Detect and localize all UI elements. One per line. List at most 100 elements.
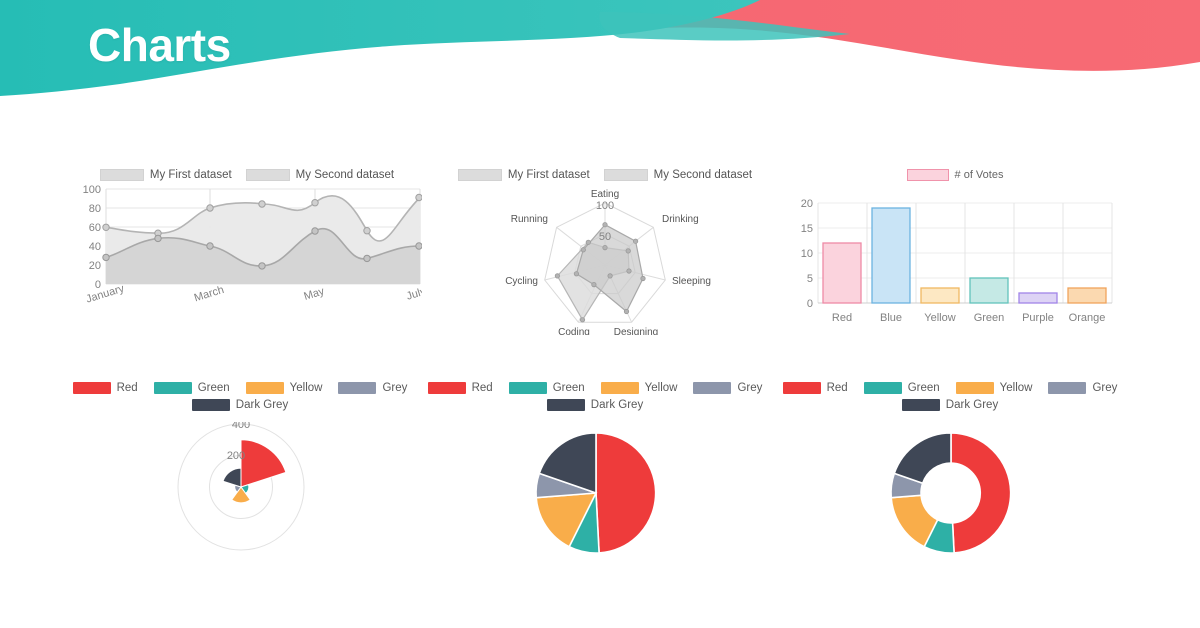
legend-label: Dark Grey — [590, 399, 644, 411]
polar-area-chart-legend: Red Green Yellow Grey Dark Grey — [60, 382, 420, 411]
line-chart-legend: My First dataset My Second dataset — [72, 165, 422, 185]
bar-chart-x-axis: Red Blue Yellow Green Purple Orange — [832, 312, 1105, 324]
x-tick: Purple — [1022, 312, 1054, 324]
legend-item-dark-grey[interactable]: Dark Grey — [901, 399, 999, 411]
bar-orange[interactable] — [1067, 287, 1107, 304]
polar-tick: 400 — [232, 422, 250, 431]
legend-item-red[interactable]: Red — [72, 382, 138, 394]
legend-item-yellow[interactable]: Yellow — [955, 382, 1032, 394]
legend-label: Green — [907, 382, 940, 394]
header-banner: Charts — [0, 0, 1200, 112]
legend-swatch-icon — [153, 382, 192, 394]
x-tick: July — [405, 285, 422, 302]
legend-label: Yellow — [644, 382, 678, 394]
y-tick: 80 — [89, 203, 101, 215]
legend-label: Grey — [1092, 382, 1118, 394]
legend-swatch-icon — [603, 169, 648, 181]
legend-label: Green — [552, 382, 585, 394]
legend-item-grey[interactable]: Grey — [338, 382, 407, 394]
legend-swatch-icon — [863, 382, 902, 394]
legend-swatch-icon — [546, 399, 585, 411]
radar-chart-legend: My First dataset My Second dataset — [440, 165, 770, 185]
legend-label: Red — [116, 382, 138, 394]
legend-item-my-first-dataset[interactable]: My First dataset — [99, 169, 232, 181]
doughnut-slice-dark-grey[interactable] — [893, 432, 952, 485]
bar-purple[interactable] — [1018, 292, 1058, 304]
legend-swatch-icon — [457, 169, 502, 181]
y-tick: 10 — [801, 248, 813, 260]
legend-label: Dark Grey — [945, 399, 999, 411]
bar-yellow[interactable] — [920, 287, 960, 304]
legend-item-green[interactable]: Green — [508, 382, 585, 394]
y-tick: 0 — [807, 298, 813, 310]
legend-swatch-icon — [955, 382, 994, 394]
pie-slice-red[interactable] — [595, 432, 657, 554]
polar-area-chart-svg: 400 200 — [177, 422, 305, 551]
x-tick: Red — [832, 312, 852, 324]
legend-item-grey[interactable]: Grey — [1048, 382, 1117, 394]
bar-chart-y-axis: 20 15 10 5 0 — [801, 198, 813, 310]
line-area-chart-svg: 100 80 60 40 20 0 January March May July — [83, 184, 422, 306]
radar-label-drinking: Drinking — [662, 214, 699, 225]
legend-label: Red — [826, 382, 848, 394]
legend-label: Red — [471, 382, 493, 394]
legend-item-dark-grey[interactable]: Dark Grey — [191, 399, 288, 411]
legend-swatch-icon — [906, 169, 949, 181]
legend-item-yellow[interactable]: Yellow — [245, 382, 322, 394]
x-tick: March — [193, 284, 226, 304]
legend-item-my-first-dataset[interactable]: My First dataset — [457, 169, 590, 181]
x-tick: May — [302, 285, 326, 303]
legend-swatch-icon — [338, 382, 377, 394]
legend-item-number-of-votes[interactable]: # of Votes — [906, 169, 1004, 181]
legend-label: Grey — [382, 382, 408, 394]
line-chart-y-axis: 100 80 60 40 20 0 — [83, 184, 101, 291]
bar-red[interactable] — [822, 242, 862, 304]
x-tick: Green — [974, 312, 1005, 324]
x-tick: Blue — [880, 312, 902, 324]
y-tick: 20 — [801, 198, 813, 210]
legend-item-grey[interactable]: Grey — [693, 382, 762, 394]
pie-slices — [535, 432, 657, 554]
legend-swatch-icon — [72, 382, 111, 394]
x-tick: January — [85, 283, 126, 306]
legend-item-red[interactable]: Red — [427, 382, 493, 394]
bar-blue[interactable] — [871, 207, 911, 304]
legend-label: # of Votes — [954, 169, 1004, 181]
pie-chart-legend: Red Green Yellow Grey Dark Grey — [415, 382, 775, 411]
legend-item-my-second-dataset[interactable]: My Second dataset — [603, 169, 752, 181]
legend-swatch-icon — [245, 169, 290, 181]
line-chart-x-axis: January March May July — [85, 283, 422, 306]
legend-swatch-icon — [99, 169, 144, 181]
legend-swatch-icon — [191, 399, 230, 411]
x-tick: Yellow — [924, 312, 955, 324]
doughnut-chart-panel: Red Green Yellow Grey Dark Grey — [770, 382, 1130, 572]
bar-green[interactable] — [969, 277, 1009, 304]
radar-label-running: Running — [511, 214, 548, 225]
legend-swatch-icon — [508, 382, 547, 394]
radar-label-designing: Designing — [614, 327, 658, 335]
legend-swatch-icon — [693, 382, 732, 394]
radar-chart-svg: 100 50 Eating Drinking Sleeping Designin… — [505, 189, 711, 335]
y-tick: 40 — [89, 241, 101, 253]
y-tick: 5 — [807, 273, 813, 285]
legend-item-green[interactable]: Green — [153, 382, 230, 394]
legend-item-red[interactable]: Red — [782, 382, 848, 394]
legend-swatch-icon — [1048, 382, 1087, 394]
legend-item-green[interactable]: Green — [863, 382, 940, 394]
radar-chart-panel: My First dataset My Second dataset 100 5… — [440, 165, 770, 335]
y-tick: 20 — [89, 260, 101, 272]
slide-canvas: Charts My First dataset My Second datase… — [0, 0, 1200, 628]
legend-item-yellow[interactable]: Yellow — [600, 382, 678, 394]
radar-label-sleeping: Sleeping — [672, 276, 711, 287]
polar-sector-red[interactable] — [240, 439, 287, 488]
legend-swatch-icon — [901, 399, 940, 411]
polar-sector-dark-grey[interactable] — [222, 467, 242, 488]
legend-label: My First dataset — [149, 169, 232, 181]
y-tick: 60 — [89, 222, 101, 234]
doughnut-slice-red[interactable] — [950, 432, 1012, 554]
legend-label: Grey — [737, 382, 763, 394]
legend-item-my-second-dataset[interactable]: My Second dataset — [245, 169, 394, 181]
legend-item-dark-grey[interactable]: Dark Grey — [546, 399, 644, 411]
polar-tick: 200 — [227, 450, 245, 462]
legend-label: My First dataset — [507, 169, 590, 181]
